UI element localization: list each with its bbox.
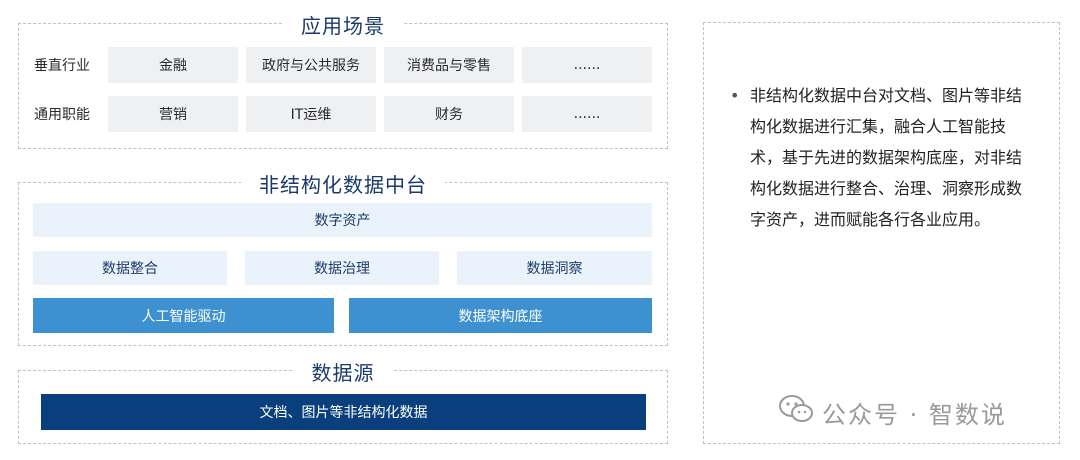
watermark: 公众号 · 智数说 <box>778 394 1007 430</box>
scenario-cell: 政府与公共服务 <box>246 47 376 83</box>
scenario-cell: ...... <box>522 96 652 132</box>
ai-driven-bar: 人工智能驱动 <box>33 298 334 333</box>
scenarios-title: 应用场景 <box>283 14 403 38</box>
source-bar: 文档、图片等非结构化数据 <box>41 394 646 430</box>
scenario-cell: 财务 <box>384 96 514 132</box>
description-text: 非结构化数据中台对文档、图片等非结构化数据进行汇集，融合人工智能技术，基于先进的… <box>750 86 1023 229</box>
bullet-dot: • <box>730 86 740 105</box>
scenario-cell: 营销 <box>108 96 238 132</box>
wechat-icon <box>778 394 814 430</box>
capability-cell: 数据洞察 <box>457 251 652 285</box>
platform-title: 非结构化数据中台 <box>241 173 445 197</box>
row-label-general: 通用职能 <box>34 107 90 123</box>
scenario-cell: 消费品与零售 <box>384 47 514 83</box>
source-title: 数据源 <box>293 361 393 385</box>
scenario-cell: ...... <box>522 47 652 83</box>
watermark-text: 公众号 · 智数说 <box>822 400 1007 429</box>
capability-cell: 数据治理 <box>245 251 439 285</box>
scenario-cell: IT运维 <box>246 96 376 132</box>
scenario-cell: 金融 <box>108 47 238 83</box>
digital-assets-bar: 数字资产 <box>33 203 652 237</box>
data-architecture-bar: 数据架构底座 <box>349 298 652 333</box>
row-label-vertical: 垂直行业 <box>34 58 90 74</box>
capability-cell: 数据整合 <box>33 251 227 285</box>
